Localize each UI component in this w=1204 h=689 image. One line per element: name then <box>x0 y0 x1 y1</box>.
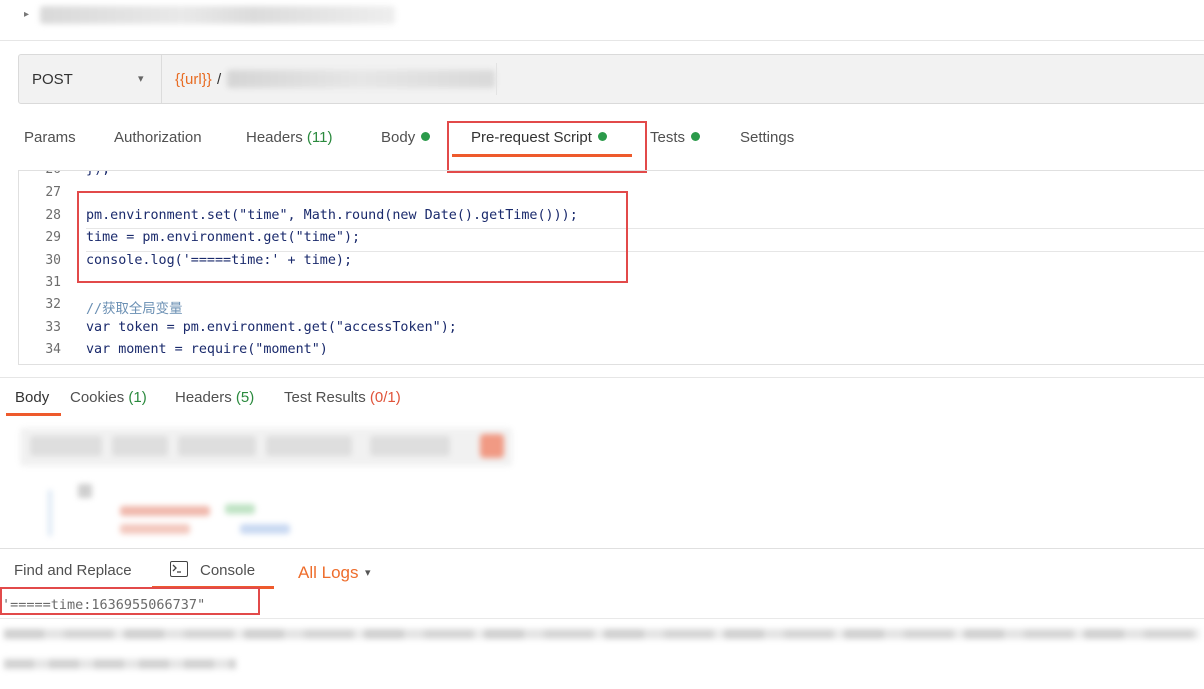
expand-caret-icon[interactable]: ▸ <box>24 9 29 20</box>
line-number: 28 <box>45 208 61 223</box>
response-tab-headers-count: (5) <box>235 389 255 406</box>
code-line: var token = pm.environment.get("accessTo… <box>86 320 457 335</box>
redacted-response-body <box>40 478 310 540</box>
section-divider <box>0 377 1204 378</box>
console-icon <box>170 561 188 577</box>
tab-authorization-label: Authorization <box>114 129 202 146</box>
code-line: var moment = require("moment") <box>86 342 328 357</box>
redacted-response-toolbar <box>20 428 512 466</box>
tab-tests-label: Tests <box>650 129 686 146</box>
highlight-box-code <box>77 191 628 283</box>
chevron-down-icon: ▾ <box>138 73 144 85</box>
redacted-value <box>225 504 255 514</box>
response-tab-test-results[interactable]: Test Results (0/1) <box>284 389 401 406</box>
url-separator: / <box>217 71 222 88</box>
redacted-gutter <box>48 490 52 536</box>
console-tab[interactable]: Console <box>200 562 255 579</box>
redacted-url-path[interactable] <box>227 70 495 88</box>
redacted-request-name <box>40 6 395 24</box>
redacted-bracket <box>78 484 92 498</box>
tab-headers[interactable]: Headers (11) <box>246 129 332 146</box>
response-tab-headers-label: Headers <box>175 389 232 406</box>
redacted-value <box>240 524 290 534</box>
line-number: 31 <box>45 275 61 290</box>
redacted-log-rows <box>0 618 1204 689</box>
line-number: 34 <box>45 342 61 357</box>
tab-params[interactable]: Params <box>24 129 76 146</box>
code-line: }); <box>86 171 110 177</box>
redacted-log-line <box>4 629 1200 639</box>
url-variable[interactable]: {{url}} <box>175 71 212 88</box>
active-response-tab-underline <box>6 413 61 416</box>
line-number: 26 <box>19 171 61 177</box>
tab-body-label: Body <box>381 129 416 146</box>
line-number: 30 <box>45 253 61 268</box>
code-comment-line: //获取全局变量 <box>86 302 183 317</box>
url-divider <box>496 63 497 95</box>
response-tab-test-results-count: (0/1) <box>369 389 401 406</box>
highlight-box-log <box>0 587 260 615</box>
response-tab-test-results-label: Test Results <box>284 389 366 406</box>
redacted-chip <box>178 436 256 456</box>
tab-params-label: Params <box>24 129 76 146</box>
response-tab-cookies[interactable]: Cookies (1) <box>70 389 147 406</box>
redacted-chip <box>30 436 102 456</box>
active-indicator-dot <box>691 132 701 141</box>
method-label: POST <box>32 71 73 88</box>
redacted-chip <box>266 436 352 456</box>
tab-authorization[interactable]: Authorization <box>114 129 202 146</box>
line-number: 27 <box>45 185 61 200</box>
chevron-down-icon: ▾ <box>365 567 371 579</box>
tab-settings[interactable]: Settings <box>740 129 794 146</box>
redacted-chip <box>370 436 450 456</box>
tab-body[interactable]: Body <box>381 129 431 146</box>
response-tab-cookies-label: Cookies <box>70 389 125 406</box>
method-select[interactable]: POST ▾ <box>19 55 162 103</box>
find-and-replace-button[interactable]: Find and Replace <box>14 562 132 579</box>
response-tab-headers[interactable]: Headers (5) <box>175 389 254 406</box>
tab-headers-label: Headers <box>246 129 303 146</box>
collection-header-row[interactable]: ▸ <box>0 0 1204 41</box>
response-tab-body-label: Body <box>15 389 50 406</box>
response-tab-cookies-count: (1) <box>128 389 147 406</box>
line-number: 29 <box>45 230 61 245</box>
redacted-key <box>120 506 210 516</box>
tab-settings-label: Settings <box>740 129 795 146</box>
redacted-chip <box>112 436 168 456</box>
response-tab-body[interactable]: Body <box>15 389 49 406</box>
active-indicator-dot <box>421 132 431 141</box>
line-number: 33 <box>45 320 61 335</box>
redacted-key <box>120 524 190 534</box>
redacted-action-button <box>480 434 504 458</box>
tab-headers-count: (11) <box>306 129 333 146</box>
request-url-bar: POST ▾ {{url}} / <box>18 54 1204 104</box>
highlight-box-tab <box>447 121 647 173</box>
redacted-log-line <box>4 659 236 669</box>
line-number: 32 <box>45 297 61 312</box>
log-filter-dropdown[interactable]: All Logs <box>298 563 358 583</box>
tab-tests[interactable]: Tests <box>650 129 701 146</box>
